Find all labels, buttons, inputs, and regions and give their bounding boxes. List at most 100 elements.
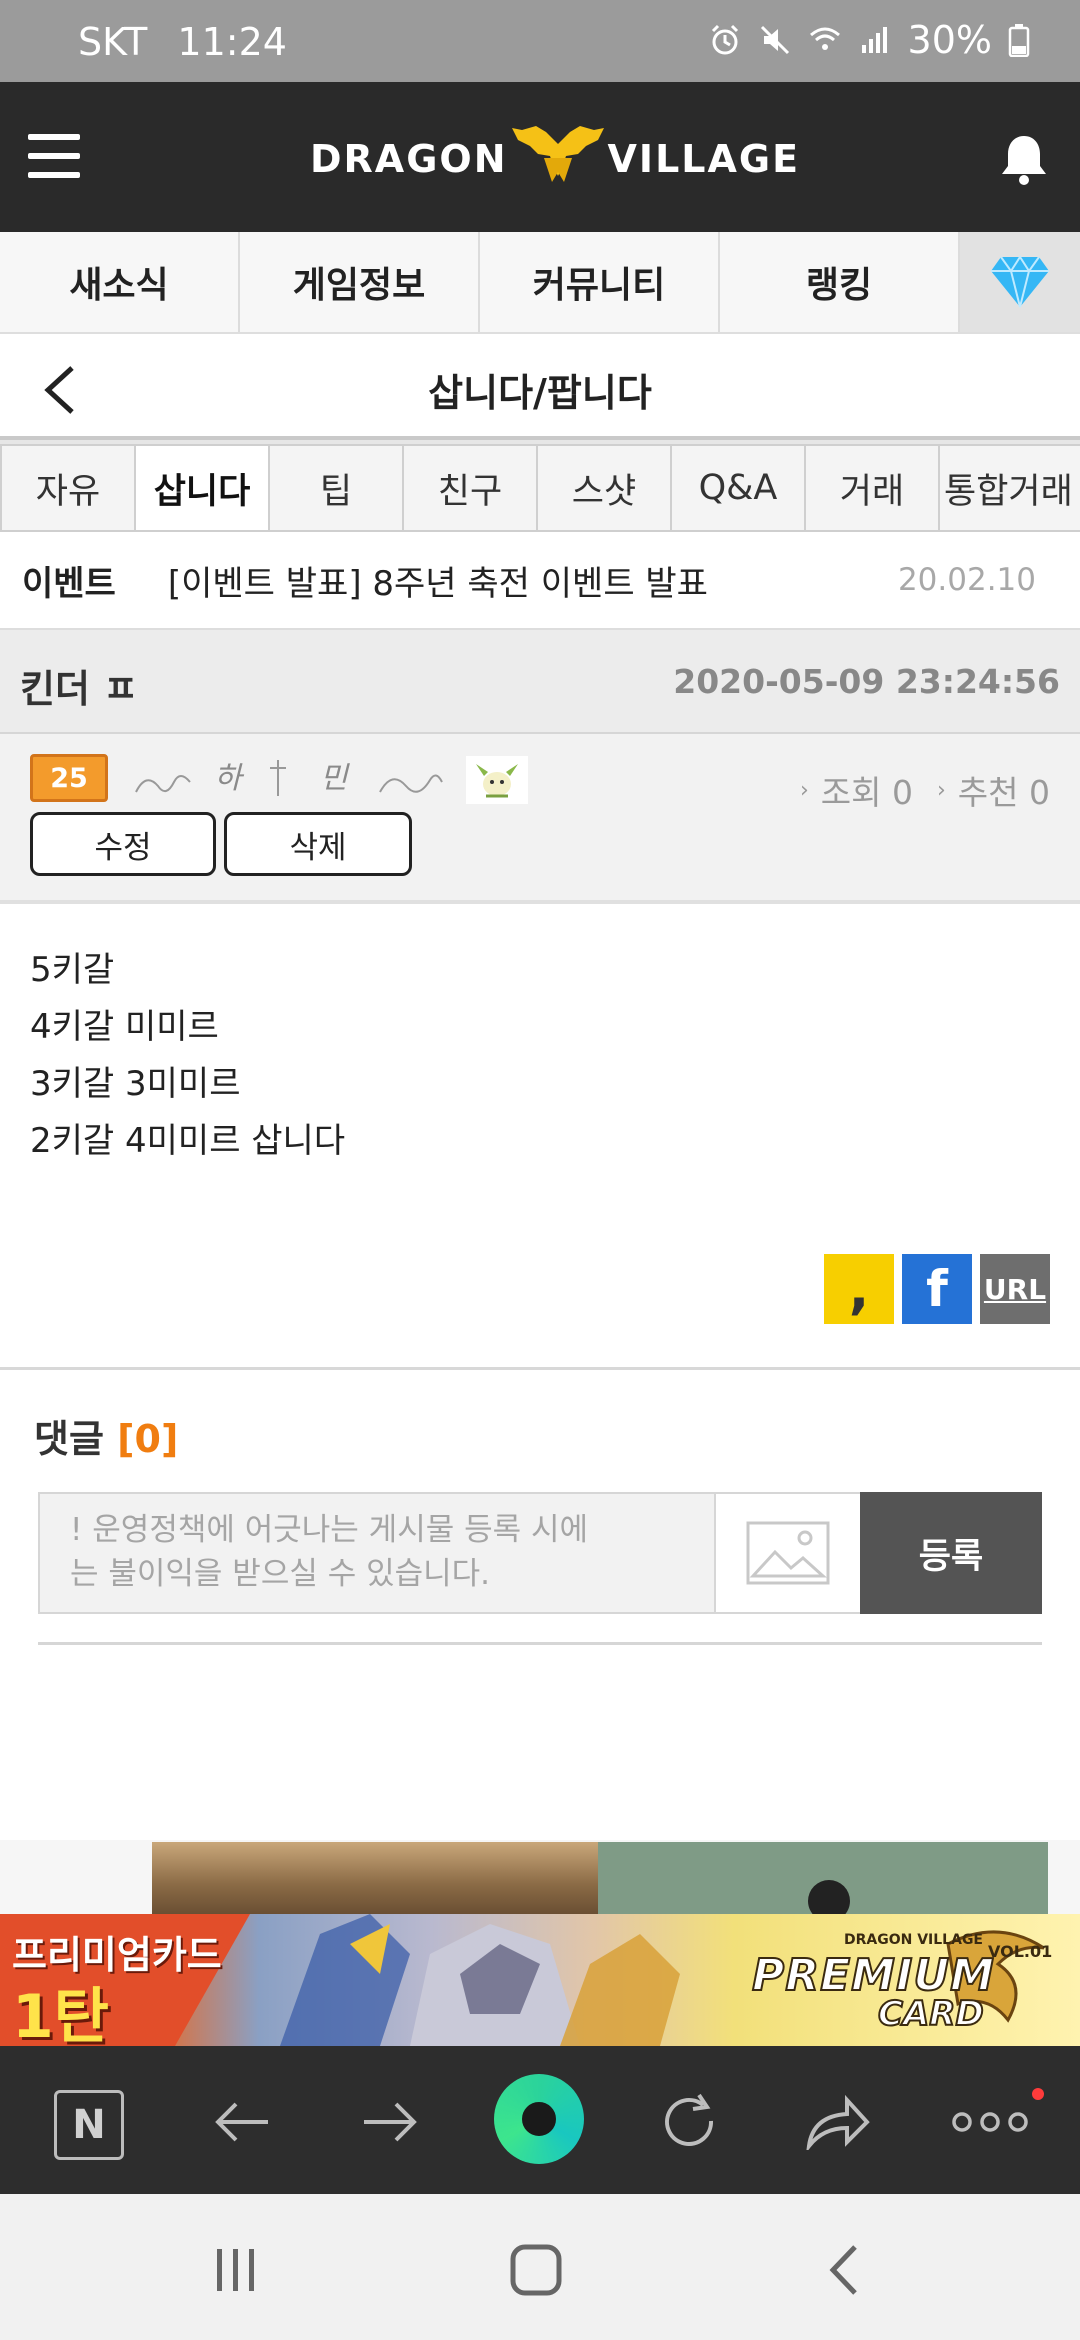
tab-integrated-trade[interactable]: 통합거래 bbox=[938, 444, 1080, 532]
diamond-icon bbox=[991, 255, 1049, 308]
views-stat: › 조회 0 bbox=[800, 766, 913, 814]
url-copy-button[interactable]: URL bbox=[980, 1254, 1050, 1324]
banner-art-image bbox=[280, 1914, 680, 2046]
recommend-label: 추천 0 bbox=[957, 773, 1050, 812]
comment-submit-button[interactable]: 등록 bbox=[860, 1492, 1042, 1614]
event-tag: 이벤트 bbox=[22, 563, 116, 604]
comments-count: [0] bbox=[117, 1417, 179, 1461]
comments-title: 댓글 [0] bbox=[34, 1408, 178, 1463]
nav-community[interactable]: 커뮤니티 bbox=[480, 232, 720, 332]
main-nav: 새소식 게임정보 커뮤니티 랭킹 bbox=[0, 232, 1080, 334]
post-stats: › 조회 0 › 추천 0 bbox=[800, 766, 1050, 814]
views-label: 조회 0 bbox=[820, 773, 913, 812]
page-title-bar: 삽니다/팝니다 bbox=[0, 334, 1080, 440]
chevron-right-icon: › bbox=[936, 777, 946, 803]
wifi-icon bbox=[809, 27, 840, 50]
tab-qna[interactable]: Q&A bbox=[670, 444, 806, 532]
share-buttons: , f URL bbox=[824, 1254, 1050, 1324]
post-body: 5키갈 4키갈 미미르 3키갈 3미미르 2키갈 4미미르 삽니다 , f UR… bbox=[0, 904, 1080, 1370]
ad-image-left[interactable] bbox=[152, 1842, 598, 1914]
comments-section: 댓글 [0] ! 운영정책에 어긋나는 게시물 등록 시에 는 불이익을 받으실… bbox=[0, 1370, 1080, 1840]
share-icon[interactable] bbox=[802, 2086, 874, 2158]
app-header: DRAGON VILLAGE bbox=[0, 82, 1080, 232]
tab-trade[interactable]: 거래 bbox=[804, 444, 940, 532]
tab-friend[interactable]: 친구 bbox=[402, 444, 538, 532]
facebook-share-button[interactable]: f bbox=[902, 1254, 972, 1324]
tab-screenshot[interactable]: 스샷 bbox=[536, 444, 672, 532]
alarm-icon bbox=[711, 24, 738, 55]
battery-percent: 30% bbox=[907, 18, 992, 62]
delete-button[interactable]: 삭제 bbox=[224, 812, 412, 876]
logo-word-left: DRAGON bbox=[310, 137, 508, 181]
site-logo[interactable]: DRAGON VILLAGE bbox=[310, 124, 800, 190]
signal-icon bbox=[861, 27, 887, 53]
status-icons: 30% bbox=[708, 18, 1030, 62]
post-datetime: 2020-05-09 23:24:56 bbox=[673, 662, 1060, 701]
dragon-wings-icon bbox=[511, 126, 604, 182]
home-button-icon[interactable] bbox=[506, 2240, 566, 2300]
logo-word-right: VILLAGE bbox=[607, 137, 801, 181]
edit-button[interactable]: 수정 bbox=[30, 812, 216, 876]
divider bbox=[38, 1642, 1042, 1645]
svg-text:하: 하 bbox=[214, 761, 245, 796]
back-arrow-icon[interactable] bbox=[206, 2086, 278, 2158]
ad-image-right[interactable] bbox=[598, 1842, 1048, 1914]
comment-placeholder-line: ! 운영정책에 어긋나는 게시물 등록 시에 bbox=[70, 1512, 589, 1548]
notification-dot bbox=[1032, 2088, 1044, 2100]
status-left: SKT 11:24 bbox=[78, 20, 287, 64]
naver-icon[interactable]: N bbox=[54, 2090, 124, 2160]
bell-icon[interactable] bbox=[998, 132, 1050, 186]
tab-buy[interactable]: 삽니다 bbox=[134, 444, 270, 532]
nav-game-info[interactable]: 게임정보 bbox=[240, 232, 480, 332]
event-notice[interactable]: 이벤트 [이벤트 발표] 8주년 축전 이벤트 발표 20.02.10 bbox=[0, 532, 1080, 628]
event-text[interactable]: [이벤트 발표] 8주년 축전 이벤트 발표 bbox=[168, 556, 708, 605]
status-time: 11:24 bbox=[177, 20, 287, 64]
dragon-avatar-icon bbox=[476, 764, 518, 798]
more-icon[interactable] bbox=[950, 2086, 1030, 2158]
image-icon bbox=[746, 1521, 830, 1585]
banner-brand-top: DRAGON VILLAGE bbox=[844, 1932, 983, 1948]
premium-card-banner[interactable]: 프리미엄카드 1탄 DRAGON VILLAGE VOL.01 PREMIUM … bbox=[0, 1914, 1080, 2046]
nav-ranking[interactable]: 랭킹 bbox=[720, 232, 960, 332]
ad-strip[interactable] bbox=[0, 1840, 1080, 1914]
avatar[interactable] bbox=[466, 756, 528, 804]
post-content: 5키갈 4키갈 미미르 3키갈 3미미르 2키갈 4미미르 삽니다 bbox=[30, 942, 345, 1170]
author-row: 25 하 민 › 조회 0 › 추천 0 수정 삭제 bbox=[0, 734, 1080, 904]
comment-input[interactable]: ! 운영정책에 어긋나는 게시물 등록 시에 는 불이익을 받으실 수 있습니다… bbox=[40, 1494, 712, 1612]
comment-placeholder-line: 는 불이익을 받으실 수 있습니다. bbox=[70, 1556, 491, 1592]
refresh-icon[interactable] bbox=[654, 2086, 726, 2158]
post-line: 3키갈 3미미르 bbox=[30, 1064, 241, 1104]
post-title: 킨더 ㅍ bbox=[20, 667, 139, 711]
menu-icon[interactable] bbox=[28, 134, 80, 178]
board-tabs: 자유 삽니다 팁 친구 스샷 Q&A 거래 통합거래 bbox=[0, 440, 1080, 532]
banner-brand: DRAGON VILLAGE VOL.01 PREMIUM CARD bbox=[748, 1924, 1068, 2036]
recent-apps-icon[interactable] bbox=[206, 2240, 266, 2300]
post-line: 2키갈 4미미르 삽니다 bbox=[30, 1121, 346, 1161]
comment-form: ! 운영정책에 어긋나는 게시물 등록 시에 는 불이익을 받으실 수 있습니다… bbox=[38, 1492, 1042, 1614]
tab-free[interactable]: 자유 bbox=[0, 444, 136, 532]
svg-text:민: 민 bbox=[320, 761, 350, 796]
battery-icon bbox=[1008, 24, 1030, 57]
mute-icon bbox=[760, 25, 789, 55]
back-button-icon[interactable] bbox=[814, 2240, 874, 2300]
banner-brand-sub: CARD bbox=[877, 1993, 985, 2035]
kakao-share-button[interactable]: , bbox=[824, 1254, 894, 1324]
forward-arrow-icon[interactable] bbox=[354, 2086, 426, 2158]
nickname-ornament: 하 민 bbox=[135, 760, 443, 796]
system-nav bbox=[0, 2194, 1080, 2340]
nav-gem[interactable] bbox=[960, 232, 1080, 332]
page-title: 삽니다/팝니다 bbox=[428, 371, 652, 415]
post-header: 킨더 ㅍ 2020-05-09 23:24:56 bbox=[0, 628, 1080, 734]
status-bar: SKT 11:24 30% bbox=[0, 0, 1080, 82]
tab-tip[interactable]: 팁 bbox=[268, 444, 404, 532]
home-icon[interactable] bbox=[494, 2074, 584, 2164]
nav-news[interactable]: 새소식 bbox=[0, 232, 240, 332]
carrier: SKT bbox=[78, 20, 148, 64]
browser-toolbar: N bbox=[0, 2046, 1080, 2194]
author-nickname[interactable]: 하 민 bbox=[130, 752, 446, 808]
post-line: 4키갈 미미르 bbox=[30, 1007, 219, 1047]
image-attach-button[interactable] bbox=[714, 1494, 862, 1612]
level-badge: 25 bbox=[30, 754, 108, 802]
recommend-stat: › 추천 0 bbox=[937, 766, 1050, 814]
event-date: 20.02.10 bbox=[897, 562, 1036, 598]
